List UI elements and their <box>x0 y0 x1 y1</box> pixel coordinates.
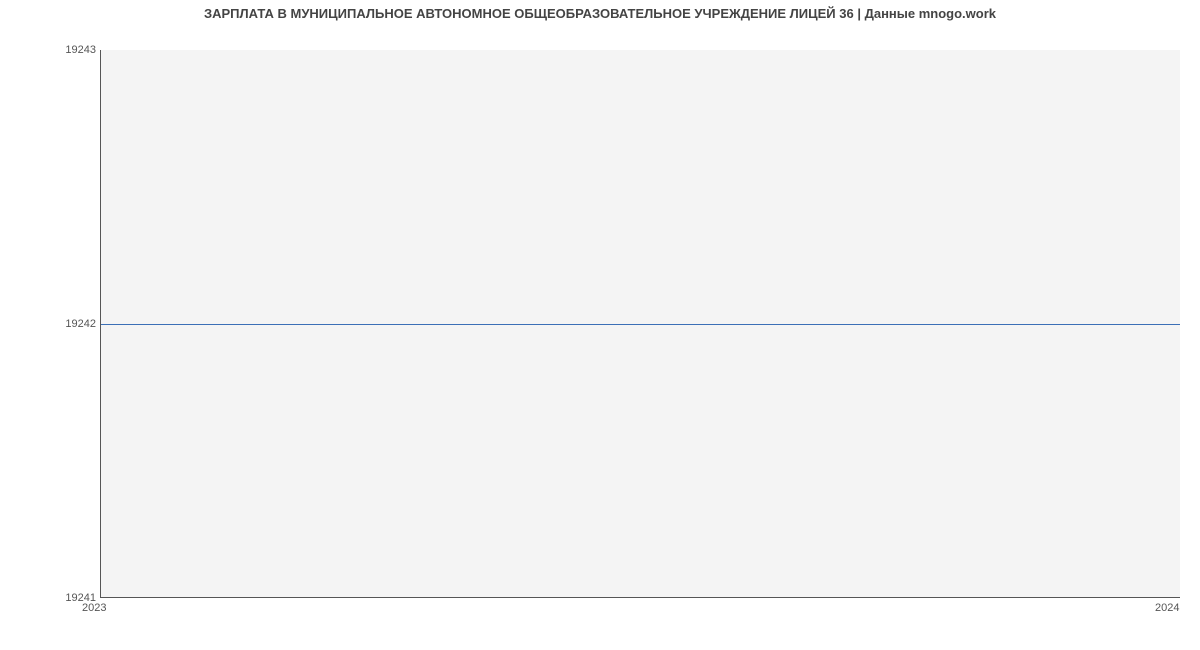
x-tick-left: 2023 <box>82 602 106 614</box>
chart-container: ЗАРПЛАТА В МУНИЦИПАЛЬНОЕ АВТОНОМНОЕ ОБЩЕ… <box>0 0 1200 650</box>
y-tick-top: 19243 <box>6 44 96 56</box>
y-tick-middle: 19242 <box>6 318 96 330</box>
chart-plot-area <box>100 50 1180 598</box>
chart-line-series <box>101 324 1180 325</box>
chart-title: ЗАРПЛАТА В МУНИЦИПАЛЬНОЕ АВТОНОМНОЕ ОБЩЕ… <box>0 6 1200 21</box>
x-tick-right: 2024 <box>1155 602 1179 614</box>
